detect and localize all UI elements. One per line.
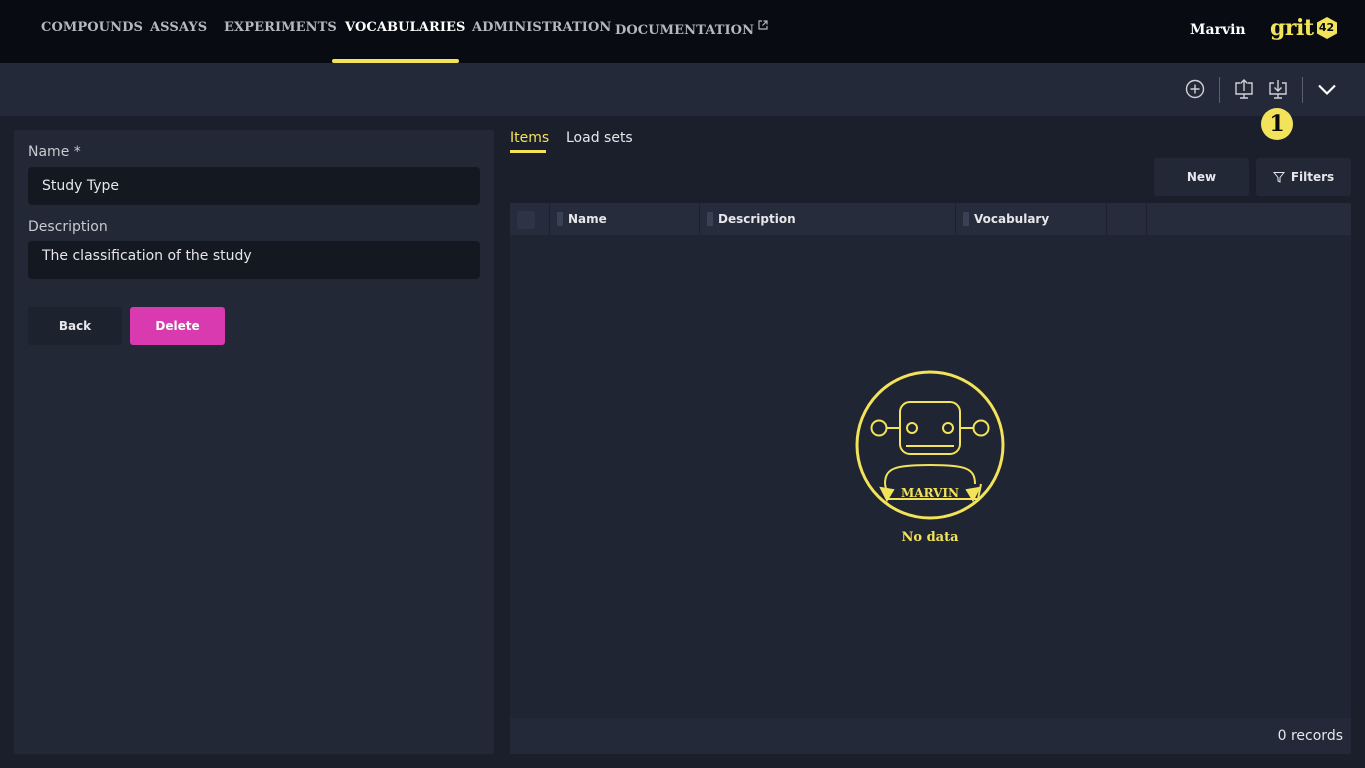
nav-experiments[interactable]: EXPERIMENTS [224, 20, 337, 35]
vocabulary-form-panel: Name * Study Type Description The classi… [14, 130, 494, 754]
items-grid: Name Description Vocabulary MARVIN No da… [510, 203, 1351, 754]
column-divider [1106, 203, 1107, 235]
plus-circle-icon [1185, 79, 1205, 99]
filter-icon [1272, 172, 1285, 183]
nav-compounds[interactable]: COMPOUNDS [41, 20, 143, 35]
grit42-logo[interactable]: grit 42 [1270, 14, 1339, 42]
tab-load-sets[interactable]: Load sets [566, 130, 633, 146]
column-grip[interactable] [963, 212, 969, 226]
column-vocabulary-label: Vocabulary [974, 212, 1050, 226]
delete-button[interactable]: Delete [130, 307, 225, 345]
chevron-down-icon [1318, 84, 1336, 96]
download-icon [1269, 80, 1287, 99]
column-name-label: Name [568, 212, 607, 226]
external-link-icon [758, 20, 768, 30]
column-grip[interactable] [707, 212, 713, 226]
marvin-robot-icon: MARVIN [855, 370, 1005, 520]
description-value: The classification of the study [42, 248, 252, 264]
column-header-name[interactable]: Name [557, 203, 607, 235]
column-header-vocabulary[interactable]: Vocabulary [963, 203, 1049, 235]
column-header-description[interactable]: Description [707, 203, 796, 235]
back-button[interactable]: Back [28, 307, 122, 345]
toolbar-divider [1219, 77, 1220, 103]
description-label: Description [28, 219, 108, 235]
logo-number: 42 [1318, 21, 1335, 34]
name-value: Study Type [42, 178, 120, 194]
column-divider [1146, 203, 1147, 235]
step-badge: 1 [1261, 108, 1293, 140]
nav-documentation-label: DOCUMENTATION [615, 23, 755, 38]
nav-assays[interactable]: ASSAYS [150, 20, 207, 35]
top-nav: COMPOUNDS ASSAYS EXPERIMENTS VOCABULARIE… [0, 0, 1365, 63]
select-all-checkbox[interactable] [517, 211, 535, 229]
records-count: 0 records [1277, 728, 1343, 744]
no-data-text: No data [901, 530, 959, 545]
column-divider [549, 203, 550, 235]
nav-documentation[interactable]: DOCUMENTATION [615, 20, 768, 38]
new-item-button[interactable]: New [1154, 158, 1249, 196]
download-button[interactable] [1265, 76, 1291, 102]
upload-icon [1235, 79, 1253, 99]
column-grip[interactable] [557, 212, 563, 226]
upload-button[interactable] [1231, 76, 1257, 102]
collapse-button[interactable] [1314, 76, 1340, 102]
add-button[interactable] [1182, 76, 1208, 102]
active-tab-underline [510, 150, 546, 153]
nav-administration[interactable]: ADMINISTRATION [472, 20, 611, 35]
column-divider [955, 203, 956, 235]
logo-text: grit [1270, 15, 1314, 41]
user-name[interactable]: Marvin [1190, 22, 1246, 38]
column-divider [699, 203, 700, 235]
grid-header: Name Description Vocabulary [510, 203, 1351, 235]
description-input[interactable]: The classification of the study [28, 241, 480, 279]
name-label: Name * [28, 144, 81, 160]
filters-button[interactable]: Filters [1256, 158, 1351, 196]
tab-items[interactable]: Items [510, 130, 549, 146]
empty-state: MARVIN No data [855, 370, 1005, 545]
nav-vocabularies[interactable]: VOCABULARIES [345, 20, 466, 35]
toolbar-divider [1302, 77, 1303, 103]
grid-footer: 0 records [510, 718, 1351, 754]
marvin-text: MARVIN [901, 486, 959, 500]
name-input[interactable]: Study Type [28, 167, 480, 205]
toolbar [0, 63, 1365, 116]
column-description-label: Description [718, 212, 796, 226]
filters-label: Filters [1290, 170, 1335, 184]
logo-hexagon: 42 [1315, 16, 1339, 40]
